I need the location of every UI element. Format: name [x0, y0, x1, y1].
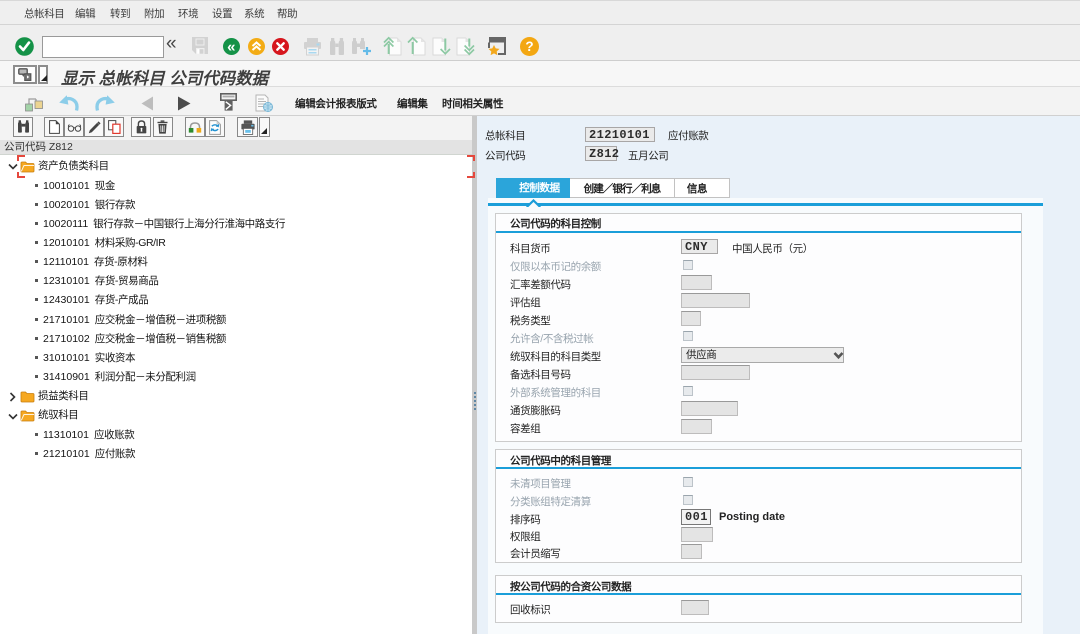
- svg-text:?: ?: [525, 39, 533, 54]
- svg-text:«: «: [227, 39, 235, 55]
